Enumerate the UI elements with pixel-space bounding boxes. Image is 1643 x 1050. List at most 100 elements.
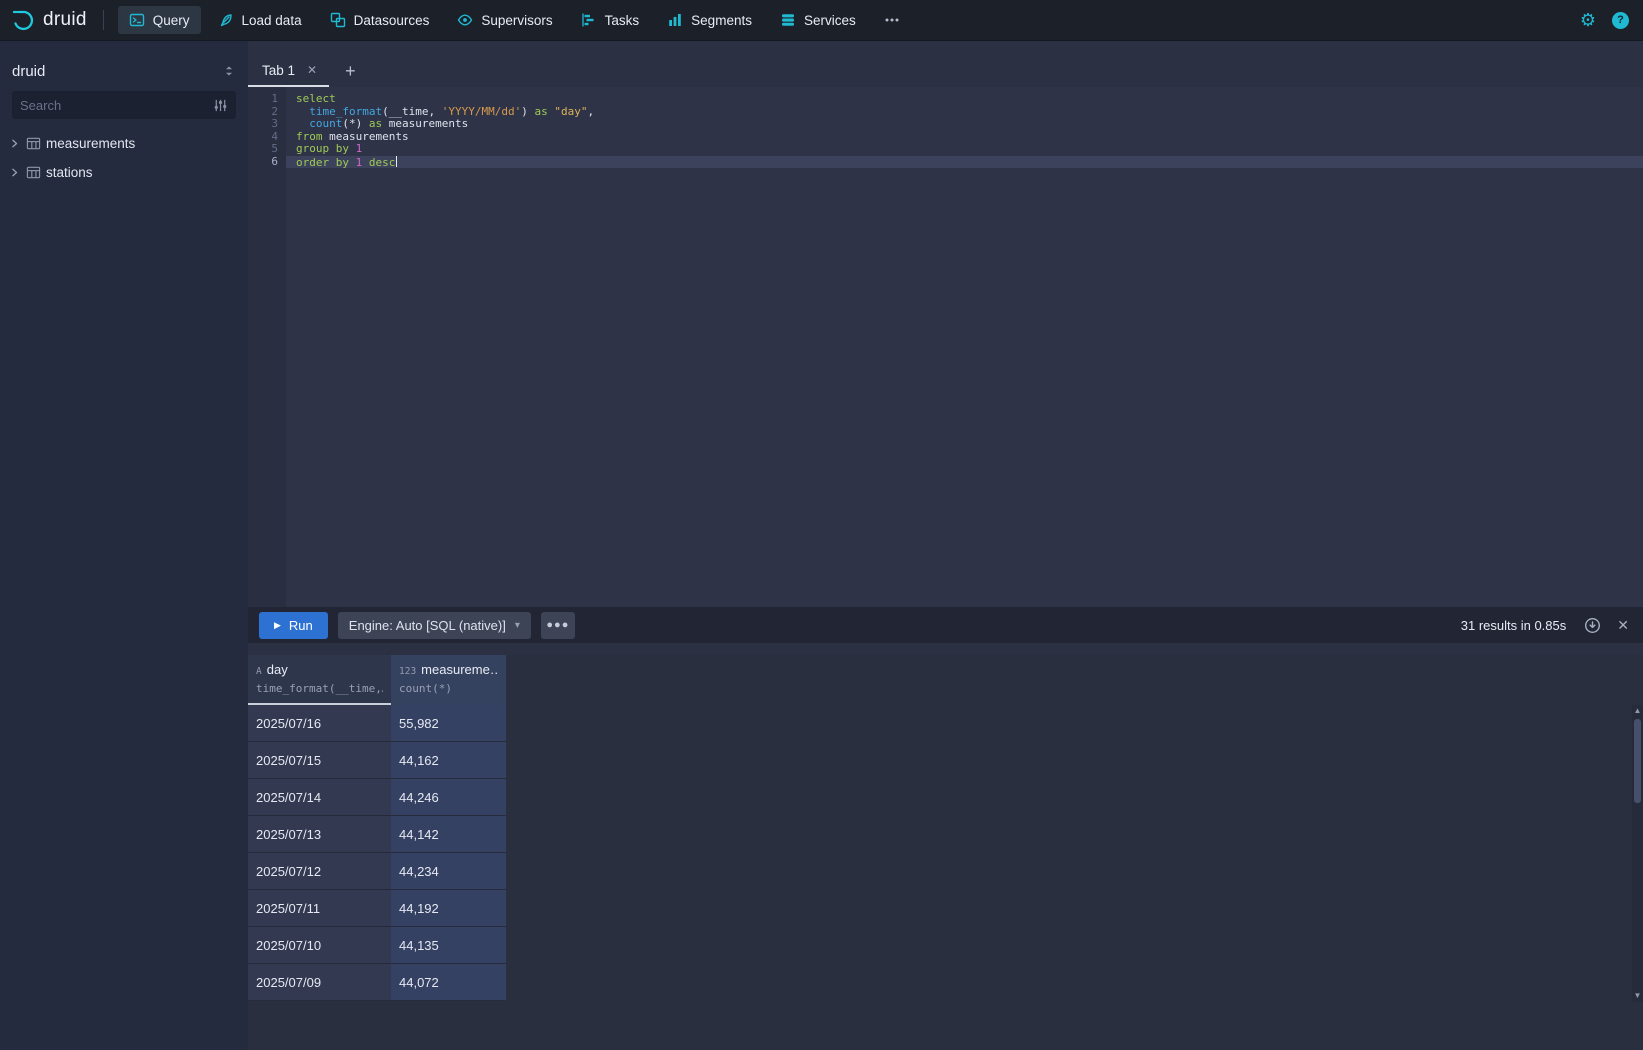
result-row: 2025/07/1655,982 bbox=[248, 705, 1643, 742]
services-icon bbox=[780, 12, 796, 28]
results-header: Adaytime_format(__time,… 123 measureme… cou… bbox=[248, 655, 1643, 705]
close-results-icon[interactable]: ✕ bbox=[1617, 617, 1629, 634]
run-button[interactable]: ▶ Run bbox=[259, 612, 328, 639]
result-row: 2025/07/1444,246 bbox=[248, 779, 1643, 816]
result-row: 2025/07/1544,162 bbox=[248, 742, 1643, 779]
settings-gear-icon[interactable]: ⚙ bbox=[1580, 11, 1596, 29]
segments-icon bbox=[667, 12, 683, 28]
cell-measurements[interactable]: 44,142 bbox=[391, 816, 506, 853]
cell-measurements[interactable]: 44,192 bbox=[391, 890, 506, 927]
navbar-right: ⚙ ? bbox=[1580, 11, 1629, 29]
code-line: time_format(__time, 'YYYY/MM/dd') as "da… bbox=[286, 106, 1643, 119]
results-scrollbar[interactable]: ▲ ▼ bbox=[1632, 705, 1643, 1002]
navbar-divider bbox=[103, 10, 104, 30]
table-icon bbox=[26, 165, 41, 180]
result-row: 2025/07/1244,234 bbox=[248, 853, 1643, 890]
more-icon bbox=[884, 12, 900, 28]
column-header-day[interactable]: Adaytime_format(__time,… bbox=[248, 655, 391, 705]
tree-item-label: measurements bbox=[46, 136, 135, 151]
table-icon bbox=[26, 136, 41, 151]
download-icon[interactable] bbox=[1584, 617, 1601, 634]
result-row: 2025/07/0944,072 bbox=[248, 964, 1643, 1001]
schema-title: druid bbox=[12, 63, 45, 80]
nav-item-label: Load data bbox=[242, 13, 302, 28]
result-row: 2025/07/1144,192 bbox=[248, 890, 1643, 927]
main-nav: Query Load data Datasources Supervisors Task… bbox=[118, 6, 911, 34]
scroll-down-icon[interactable]: ▼ bbox=[1634, 990, 1642, 1002]
nav-item-load-data[interactable]: Load data bbox=[207, 6, 313, 34]
column-expression: count(*) bbox=[399, 682, 498, 695]
cell-measurements[interactable]: 55,982 bbox=[391, 705, 506, 742]
cell-day[interactable]: 2025/07/09 bbox=[248, 964, 391, 1001]
run-label: Run bbox=[289, 618, 313, 633]
column-header-measurements[interactable]: 123 measureme… count(*) bbox=[391, 655, 506, 705]
column-type-icon: 123 bbox=[399, 666, 416, 677]
filter-sliders-icon[interactable] bbox=[213, 98, 228, 113]
cell-measurements[interactable]: 44,246 bbox=[391, 779, 506, 816]
brand-text: druid bbox=[43, 9, 87, 31]
sql-editor[interactable]: 123456 select time_format(__time, 'YYYY/… bbox=[248, 87, 1643, 607]
cell-day[interactable]: 2025/07/11 bbox=[248, 890, 391, 927]
datasources-icon bbox=[330, 12, 346, 28]
nav-item-label: Services bbox=[804, 13, 856, 28]
nav-item-label: Datasources bbox=[354, 13, 430, 28]
tasks-icon bbox=[581, 12, 597, 28]
column-name: measureme… bbox=[421, 662, 498, 677]
cell-measurements[interactable]: 44,072 bbox=[391, 964, 506, 1001]
druid-console: druid Query Load data Datasources Superviso… bbox=[0, 0, 1643, 1050]
cell-day[interactable]: 2025/07/10 bbox=[248, 927, 391, 964]
column-expression: time_format(__time,… bbox=[256, 682, 383, 695]
nav-item-more[interactable] bbox=[873, 6, 911, 34]
nav-item-services[interactable]: Services bbox=[769, 6, 867, 34]
code-area[interactable]: select time_format(__time, 'YYYY/MM/dd')… bbox=[286, 87, 1643, 607]
tab-bar: Tab 1 ✕ + bbox=[248, 41, 1643, 87]
cell-measurements[interactable]: 44,162 bbox=[391, 742, 506, 779]
nav-item-label: Segments bbox=[691, 13, 752, 28]
result-row: 2025/07/1044,135 bbox=[248, 927, 1643, 964]
nav-item-segments[interactable]: Segments bbox=[656, 6, 763, 34]
line-number: 6 bbox=[248, 156, 278, 169]
engine-select-button[interactable]: Engine: Auto [SQL (native)] ▾ bbox=[338, 612, 531, 639]
scrollbar-thumb[interactable] bbox=[1634, 719, 1641, 803]
line-number: 5 bbox=[248, 143, 278, 156]
code-line: group by 1 bbox=[286, 143, 1643, 156]
druid-logo[interactable]: druid bbox=[10, 7, 87, 33]
query-more-button[interactable]: ●●● bbox=[541, 612, 575, 639]
nav-item-label: Tasks bbox=[605, 13, 640, 28]
nav-item-tasks[interactable]: Tasks bbox=[570, 6, 651, 34]
tree-item-stations[interactable]: stations bbox=[0, 158, 248, 187]
top-navbar: druid Query Load data Datasources Superviso… bbox=[0, 0, 1643, 41]
tab-close-icon[interactable]: ✕ bbox=[307, 63, 317, 77]
cell-day[interactable]: 2025/07/16 bbox=[248, 705, 391, 742]
line-number: 1 bbox=[248, 93, 278, 106]
search-input[interactable] bbox=[20, 98, 213, 113]
nav-item-supervisors[interactable]: Supervisors bbox=[446, 6, 563, 34]
cell-measurements[interactable]: 44,234 bbox=[391, 853, 506, 890]
code-line: count(*) as measurements bbox=[286, 118, 1643, 131]
chevron-down-icon: ▾ bbox=[515, 620, 520, 631]
code-line: order by 1 desc bbox=[286, 156, 1643, 169]
nav-item-query[interactable]: Query bbox=[118, 6, 201, 34]
results-panel: Adaytime_format(__time,… 123 measureme… cou… bbox=[248, 655, 1643, 1050]
tree-item-measurements[interactable]: measurements bbox=[0, 129, 248, 158]
line-number: 3 bbox=[248, 118, 278, 131]
help-icon[interactable]: ? bbox=[1612, 12, 1629, 29]
add-tab-button[interactable]: + bbox=[329, 55, 372, 87]
scroll-up-icon[interactable]: ▲ bbox=[1634, 705, 1642, 717]
engine-label: Engine: Auto [SQL (native)] bbox=[349, 618, 506, 633]
druid-logo-icon bbox=[10, 7, 36, 33]
sidebar-header: druid bbox=[0, 53, 248, 89]
nav-item-datasources[interactable]: Datasources bbox=[319, 6, 441, 34]
cell-day[interactable]: 2025/07/15 bbox=[248, 742, 391, 779]
line-number-gutter: 123456 bbox=[248, 87, 286, 607]
cell-day[interactable]: 2025/07/12 bbox=[248, 853, 391, 890]
content: druid bbox=[0, 41, 1643, 1050]
supervisors-icon bbox=[457, 12, 473, 28]
play-icon: ▶ bbox=[274, 620, 281, 631]
cell-measurements[interactable]: 44,135 bbox=[391, 927, 506, 964]
cell-day[interactable]: 2025/07/13 bbox=[248, 816, 391, 853]
cell-day[interactable]: 2025/07/14 bbox=[248, 779, 391, 816]
tab-1[interactable]: Tab 1 ✕ bbox=[248, 55, 329, 87]
search-row bbox=[0, 89, 248, 129]
sort-double-caret-icon[interactable] bbox=[222, 64, 236, 78]
